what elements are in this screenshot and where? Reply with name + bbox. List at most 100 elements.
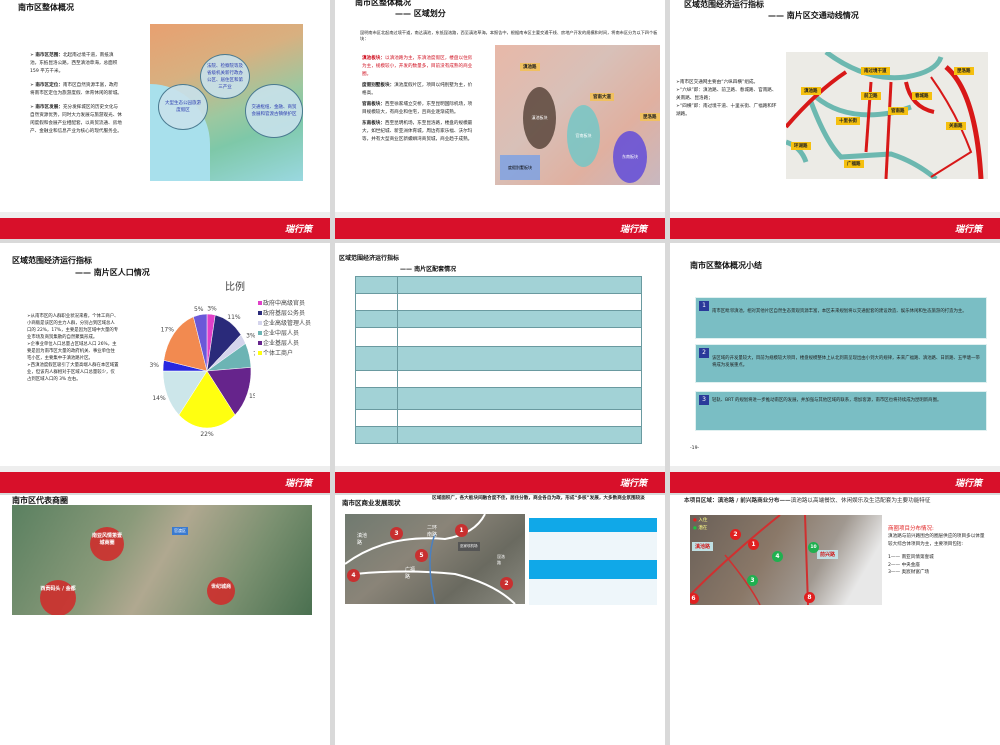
map-bubble: 交通枢纽、金融、商贸会展和官渡古镇保护区	[245, 84, 303, 138]
legend-swatch	[258, 301, 262, 305]
legend-swatch	[258, 331, 262, 335]
block-官南: 官南板块：西至徐家埔立交桥，东至昆明国际机场，项目规模较大，有商业和住宅，且商业…	[362, 102, 473, 115]
slide-thumbnail-1[interactable]: 南市区整体概况 ➢ 南市区范围：北起南过境干道，南抵滇池，东抵昆洛公路，西至滇池…	[0, 0, 330, 239]
legend-label: 政府基层公务员	[263, 310, 306, 317]
slide-footer: 瑞行策	[0, 212, 330, 239]
facilities-table	[355, 276, 642, 444]
block-度假别墅: 度假别墅板块：滇池度假片区，项目以纯别墅为主，价格高。	[362, 83, 473, 96]
legend-swatch	[258, 321, 262, 325]
chart-legend: 政府中高级官员 政府基层公务员 企业高级管理人员 企业中层人员 企业基层人员 个体工商户	[258, 300, 320, 360]
slide-footer: 瑞行策	[0, 466, 330, 493]
legend-potential: ● 潜在	[693, 526, 708, 531]
legend-swatch	[258, 311, 262, 315]
project-item: 3—— 奥宸财富广场	[888, 570, 930, 575]
legend-item: 企业中层人员	[258, 330, 320, 338]
company-logo: 瑞行策	[284, 225, 312, 235]
bullet-item: ➢ 南市区范围：北起南过境干道，南抵滇池，东抵昆洛公路，西至滇池草海，总面积 1…	[30, 53, 118, 74]
pie-data-label: 22%	[200, 431, 214, 438]
legend-label: 企业基层人员	[263, 340, 300, 347]
slide-thumbnail-4[interactable]: 区域范围经济运行指标 —— 南片区人口情况 ➢从南市区的人群职业状况来看，个体工…	[0, 243, 330, 493]
legend-label: 政府中高级官员	[263, 300, 306, 307]
project-item: 1—— 南亚风情第壹城	[888, 555, 934, 560]
slide-title: 南市区整体概况	[18, 3, 74, 12]
company-logo: 瑞行策	[954, 225, 982, 235]
page-number: -19-	[690, 446, 700, 451]
map-bubble: 大型生态公园旅游度假区	[158, 84, 208, 130]
legend-swatch	[258, 351, 262, 355]
paragraph: ➢企事业单位人口总量占区域总人口 26%，主要是因为南市区大量的政府机关、事业单…	[27, 342, 117, 361]
population-pie-chart: 3% 11% 3% 7% 15% 22% 14% 3% 17% 5%	[149, 305, 255, 438]
legend-label: 企业高级管理人员	[263, 320, 312, 327]
legend-item: 政府基层公务员	[258, 310, 320, 318]
pie-data-label: 17%	[161, 326, 175, 333]
slide-subtitle: —— 南片区配套情况	[400, 266, 457, 273]
legend-label: 企业中层人员	[263, 330, 300, 337]
bullet-item: ➢“四横”即：南过境干道、十里长街、广福路和环湖路。	[676, 104, 777, 117]
table-body	[529, 579, 657, 605]
bullet-item: ➢“六纵”即：滇池路、前卫路、春城路、官南路、关南路、昆洛路；	[676, 88, 777, 101]
pie-data-label: 14%	[152, 395, 166, 402]
legend-swatch	[258, 341, 262, 345]
table-header	[529, 518, 657, 532]
legend-occupied: ● 入住	[693, 518, 708, 523]
slide-thumbnail-9[interactable]: 本项目区域：滇池路 / 前兴路商业分布——滇池路以高端餐饮、休闲娱乐及生活配套为…	[670, 495, 1000, 745]
slide-thumbnail-5[interactable]: 区域范围经济运行指标 —— 南片区配套情况 瑞行策	[335, 243, 665, 493]
slide-title: 本项目区域：滇池路 / 前兴路商业分布——滇池路以高端餐饮、休闲娱乐及生活配套为…	[684, 498, 931, 504]
legend-item: 企业基层人员	[258, 340, 320, 348]
map-bubble: 法院、检察院等及省级机关新行政办公区、居住区和第三产业	[200, 54, 250, 99]
slide-footer: 瑞行策	[670, 212, 1000, 239]
slide-description: 区域面积广，各大板块间融合度不佳，居住分散，商业各自为政，形成“多核”发展，大多…	[432, 496, 645, 501]
slide-thumbnail-3[interactable]: 区域范围经济运行指标 —— 南片区交通动线情况 ➢南市区交通网主要由“六纵四横”…	[670, 0, 1000, 239]
side-text: 滇池路与前兴路围合的圈层供应的项目多以体量较大综合体项目为主，主要项目包括:	[888, 534, 985, 547]
slide-title: 南市区整体概况	[355, 0, 411, 7]
bullet-item: ➢ 南市区发展：充分发挥城区的历史文化与自然资源优势，同时大力发展与旅游观光、休…	[30, 105, 122, 134]
slide-title: 区域范围经济运行指标	[12, 256, 92, 265]
summary-item-2: 2 该区域的开发量较大，目前为规模较大项目，楼盘规模整体上从北到南呈现出由小到大的…	[695, 344, 987, 383]
project-item: 2—— 中央金座	[888, 562, 920, 568]
pie-data-label: 11%	[227, 314, 241, 321]
legend-item: 政府中高级官员	[258, 300, 320, 308]
legend-label: 个体工商户	[263, 350, 294, 357]
commercial-map: 1 2 3 4 5 二环南路 滇池路 广福路 昆洛路 巫家坝机场	[345, 514, 525, 604]
business-district-map: 南亚风情第壹城商圈 西贡码头 / 金都 世纪城商 官渡区	[12, 505, 312, 615]
slide-thumbnail-8[interactable]: 南市区商业发展现状 区域面积广，各大板块间融合度不佳，居住分散，商业各自为政，形…	[335, 495, 665, 745]
slide-footer: 瑞行策	[670, 466, 1000, 493]
paragraph: ➢西滇池度假区吸引了大量高端人群在本区域置业，但该内人群相对于区域人口总量较少，…	[27, 363, 119, 382]
bullet-item: ➢ 南市区定位：南市区自然资源丰富，政府将南市区定位为旅游度假、体育休闲的新城。	[30, 83, 122, 96]
slide-footer: 瑞行策	[335, 212, 665, 239]
summary-item-3: 3 轻轨、BRT 的规划将进一步推动南区的发展，并加强与其他区域的联系，增加客源，…	[695, 391, 987, 431]
summary-item-1: 1 南市区毗邻滇池，相对其他片区自然生态景观资源丰富，本区未来规划将以交通配套的建…	[695, 297, 987, 339]
slide-footer: 瑞行策	[335, 466, 665, 493]
bullet-item: ➢南市区交通网主要由“六纵四横”组成。	[676, 80, 759, 85]
intro-text: 昆明南市区北起南过境干道，南达滇池，东抵昆洛路，西至滇池草海。本报告中，根据南市…	[360, 30, 658, 41]
slide-subtitle: —— 区域划分	[395, 9, 446, 18]
legend-item: 个体工商户	[258, 350, 320, 358]
pie-data-label: 3%	[246, 333, 255, 340]
slide-thumbnail-6[interactable]: 南市区整体概况小结 1 南市区毗邻滇池，相对其他片区自然生态景观资源丰富，本区未来…	[670, 243, 1000, 493]
slide-title: 南市区商业发展现状	[342, 499, 401, 507]
district-map: 法院、检察院等及省级机关新行政办公区、居住区和第三产业 大型生态公园旅游度假区 …	[150, 24, 303, 181]
chart-title: 比例	[225, 282, 245, 293]
pie-data-label: 7%	[253, 350, 255, 357]
slide-thumbnail-2[interactable]: 南市区整体概况 —— 区域划分 昆明南市区北起南过境干道，南达滇池，东抵昆洛路，…	[335, 0, 665, 239]
company-logo: 瑞行策	[619, 225, 647, 235]
pie-data-label: 5%	[194, 306, 204, 313]
slide-title: 区域范围经济运行指标	[339, 255, 400, 262]
company-logo: 瑞行策	[284, 479, 312, 489]
table-header	[529, 560, 657, 579]
slide-title: 南市区整体概况小结	[690, 261, 762, 270]
block-东南: 东南板块：西至昆明机场，东至昆洛路，楼盘的规模最大，如世纪城、新亚洲体育城，周边…	[362, 121, 473, 142]
table-body	[529, 532, 657, 560]
traffic-map: 南过境干道 昆洛路 滇池路 前卫路 春城路 官南路 十里长街 关南路 环湖路 广…	[786, 52, 988, 179]
pie-data-label: 3%	[149, 362, 159, 369]
company-logo: 瑞行策	[954, 479, 982, 489]
pie-data-label: 15%	[249, 393, 255, 400]
paragraph: ➢从南市区的人群职业状况来看，个体工商户、小商贩是该区的主力人群，分别占到区域总…	[27, 314, 119, 340]
district-map: 滇池路 官南大道 昆洛路 滇池板块 官南板块 度假别墅板块 东南板块	[495, 45, 660, 185]
legend-item: 企业高级管理人员	[258, 320, 320, 328]
slide-thumbnail-7[interactable]: 南市区代表商圈 南亚风情第壹城商圈 西贡码头 / 金都 世纪城商 官渡区	[0, 495, 330, 745]
slide-title: 区域范围经济运行指标	[684, 0, 764, 9]
commercial-distribution-map: ● 入住 ● 潜在 滇池路 前兴路 1 2 6 8 3 4 10	[690, 515, 882, 605]
side-title: 商圈项目分布情况:	[888, 526, 934, 532]
slide-subtitle: —— 南片区交通动线情况	[768, 11, 859, 20]
